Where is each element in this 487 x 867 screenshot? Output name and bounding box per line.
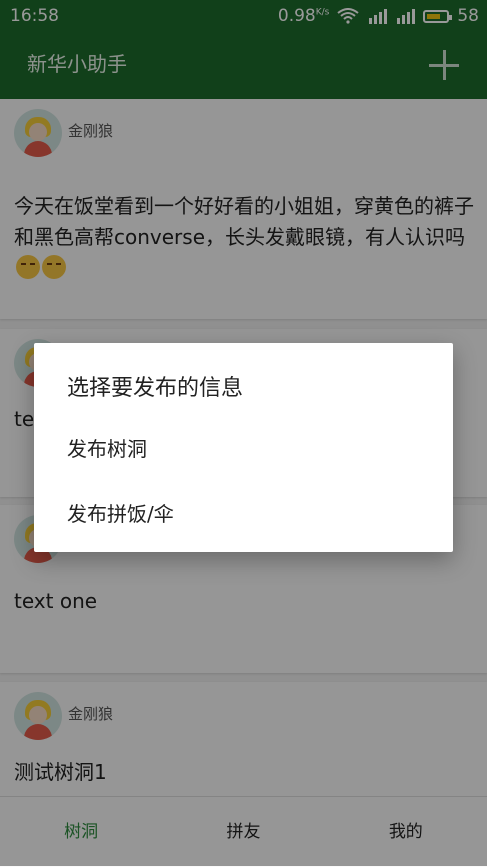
publish-treehole-option[interactable]: 发布树洞	[67, 433, 147, 462]
dialog-title: 选择要发布的信息	[67, 376, 244, 401]
publish-meal-umbrella-option[interactable]: 发布拼饭/伞	[67, 498, 174, 527]
publish-dialog: 选择要发布的信息 发布树洞 发布拼饭/伞	[34, 343, 453, 552]
